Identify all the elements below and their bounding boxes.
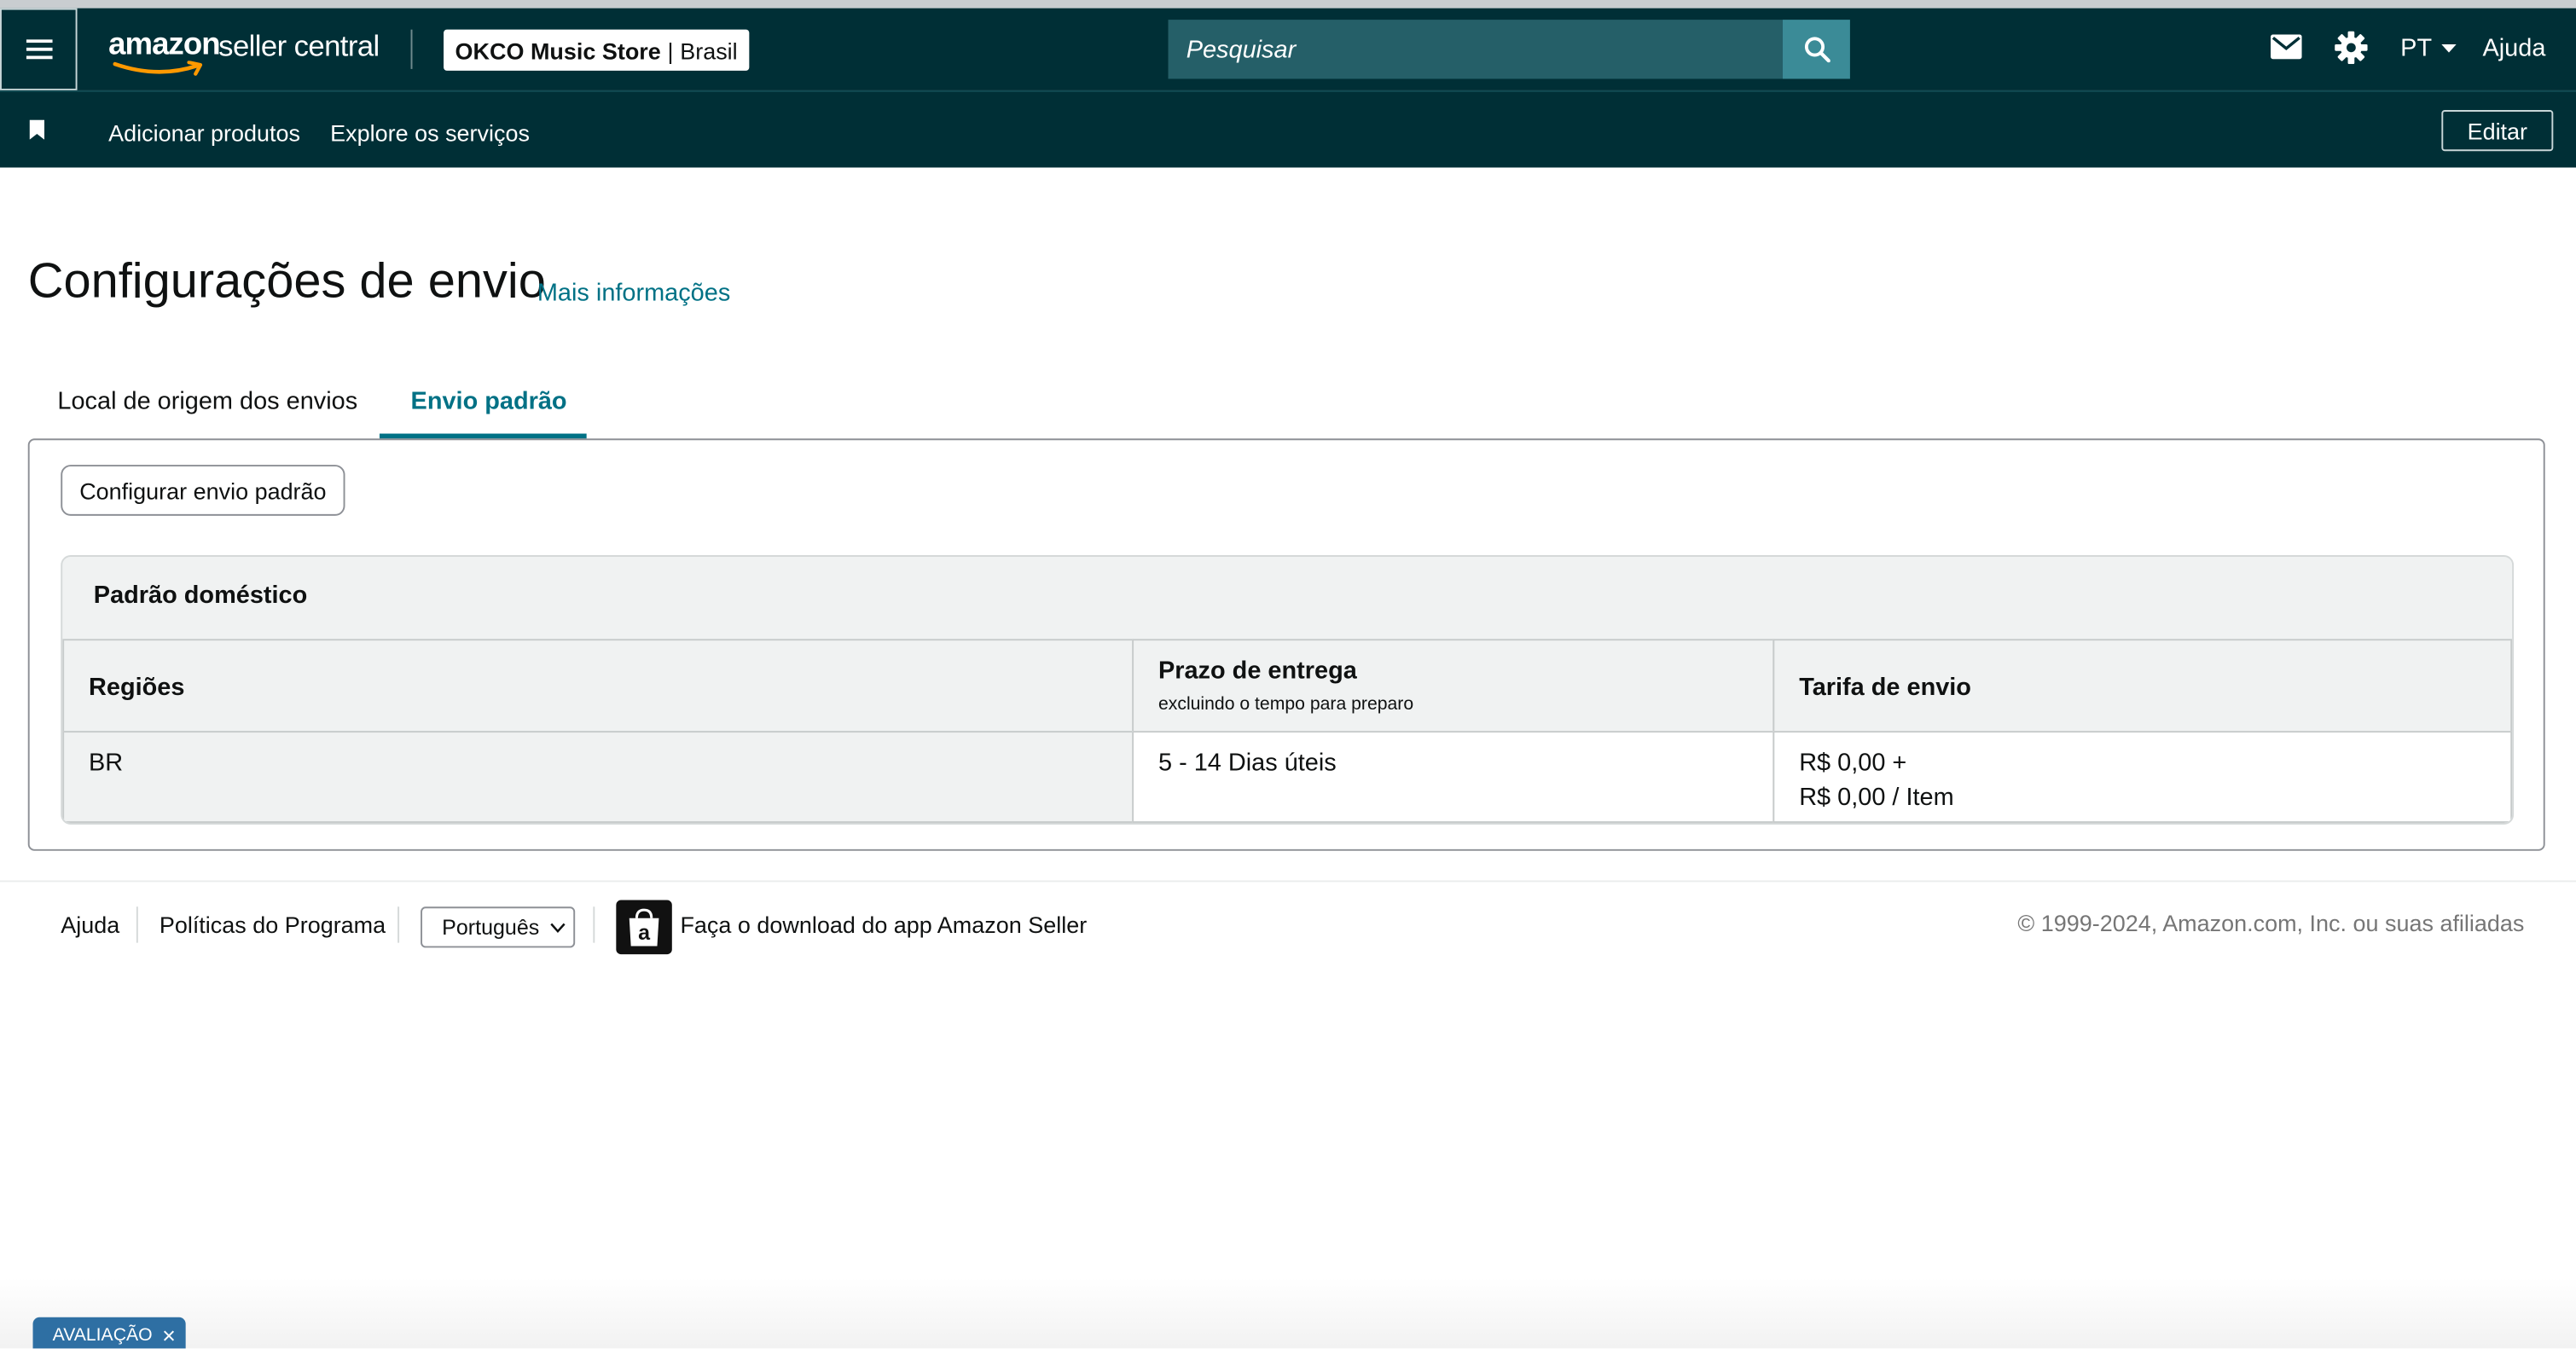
domestic-standard-card: Padrão doméstico Regiões Prazo de entreg…: [61, 555, 2515, 825]
more-info-link[interactable]: Mais informações: [537, 279, 730, 307]
bookmark-icon[interactable]: [29, 119, 45, 140]
table-row-delivery-cell: 5 - 14 Dias úteis: [1132, 731, 1775, 824]
tab-shipping-origin[interactable]: Local de origem dos envios: [57, 388, 357, 416]
fee-value-line1: R$ 0,00 +: [1799, 749, 1907, 778]
column-header-regions: Regiões: [62, 639, 1134, 733]
nav-link-explore-services[interactable]: Explore os serviços: [330, 120, 530, 147]
footer-language-select[interactable]: Português: [421, 906, 576, 948]
column-header-label: Regiões: [89, 673, 185, 702]
column-header-label: Tarifa de envio: [1799, 673, 1971, 702]
footer-separator: [593, 906, 595, 943]
table-row-fee-cell: R$ 0,00 + R$ 0,00 / Item: [1772, 731, 2513, 824]
table-row-region-cell: BR: [62, 731, 1134, 824]
tab-standard-shipping[interactable]: Envio padrão: [411, 388, 567, 416]
column-header-subtitle: excluindo o tempo para preparo: [1157, 694, 1414, 715]
evaluation-tab[interactable]: AVALIAÇÃO ×: [32, 1317, 186, 1349]
top-nav-bar: amazon seller central OKCO Music Store |…: [0, 8, 2576, 90]
search-icon: [1803, 37, 1830, 63]
nav-link-add-products[interactable]: Adicionar produtos: [108, 120, 300, 147]
page-title: Configurações de envio: [27, 254, 546, 310]
column-header-label: Prazo de entrega: [1157, 657, 1357, 686]
store-separator: |: [667, 37, 674, 64]
store-country: Brasil: [680, 37, 738, 64]
store-name: OKCO Music Store: [455, 37, 661, 64]
app-download-link[interactable]: Faça o download do app Amazon Seller: [680, 912, 1087, 938]
caret-down-icon: [2441, 44, 2457, 53]
evaluation-tab-label: AVALIAÇÃO: [52, 1325, 153, 1346]
shopping-bag-icon: a: [629, 907, 659, 946]
footer-help-link[interactable]: Ajuda: [61, 912, 119, 938]
logo-divider: [410, 29, 413, 69]
language-select-value: Português: [442, 914, 540, 940]
footer-policies-link[interactable]: Políticas do Programa: [160, 912, 386, 938]
page: amazon seller central OKCO Music Store |…: [0, 0, 2576, 1349]
menu-button[interactable]: [0, 8, 78, 90]
footer-separator: [136, 906, 138, 943]
search-bar: [1168, 20, 1850, 79]
logo-primary: amazon: [108, 27, 220, 63]
store-selector[interactable]: OKCO Music Store | Brasil: [444, 29, 750, 71]
logo-secondary: seller central: [218, 29, 380, 63]
footer-divider: [0, 880, 2576, 883]
language-code: PT: [2400, 34, 2433, 63]
amazon-seller-central-logo[interactable]: amazon seller central: [108, 18, 387, 80]
window-top-edge: [0, 0, 2576, 9]
svg-text:a: a: [638, 920, 651, 944]
smile-arrow-icon: [113, 61, 203, 76]
edit-button[interactable]: Editar: [2441, 110, 2554, 152]
fee-value-line2: R$ 0,00 / Item: [1799, 783, 1954, 812]
menu-icon: [25, 39, 52, 60]
bottom-fade: [0, 1277, 2576, 1349]
delivery-value: 5 - 14 Dias úteis: [1157, 749, 1337, 778]
language-selector[interactable]: PT: [2400, 34, 2457, 62]
close-icon[interactable]: ×: [162, 1323, 176, 1349]
copyright-text: © 1999-2024, Amazon.com, Inc. ou suas af…: [2017, 910, 2525, 936]
region-value: BR: [89, 749, 124, 778]
help-link[interactable]: Ajuda: [2482, 34, 2545, 62]
column-header-fee: Tarifa de envio: [1772, 639, 2513, 733]
mail-icon[interactable]: [2271, 34, 2302, 60]
gear-icon[interactable]: [2335, 31, 2368, 65]
shipping-table: Regiões Prazo de entrega excluindo o tem…: [62, 639, 2513, 824]
secondary-nav-bar: Adicionar produtos Explore os serviços E…: [0, 90, 2576, 168]
tab-panel: Configurar envio padrão Padrão doméstico…: [27, 438, 2545, 851]
search-input[interactable]: [1168, 20, 1783, 79]
configure-standard-shipping-button[interactable]: Configurar envio padrão: [61, 465, 345, 516]
amazon-seller-app-icon[interactable]: a: [616, 900, 672, 955]
column-header-delivery: Prazo de entrega excluindo o tempo para …: [1132, 639, 1775, 733]
chevron-down-icon: [550, 923, 566, 934]
footer-separator: [397, 906, 400, 943]
search-button[interactable]: [1782, 20, 1850, 79]
card-title: Padrão doméstico: [93, 581, 308, 610]
